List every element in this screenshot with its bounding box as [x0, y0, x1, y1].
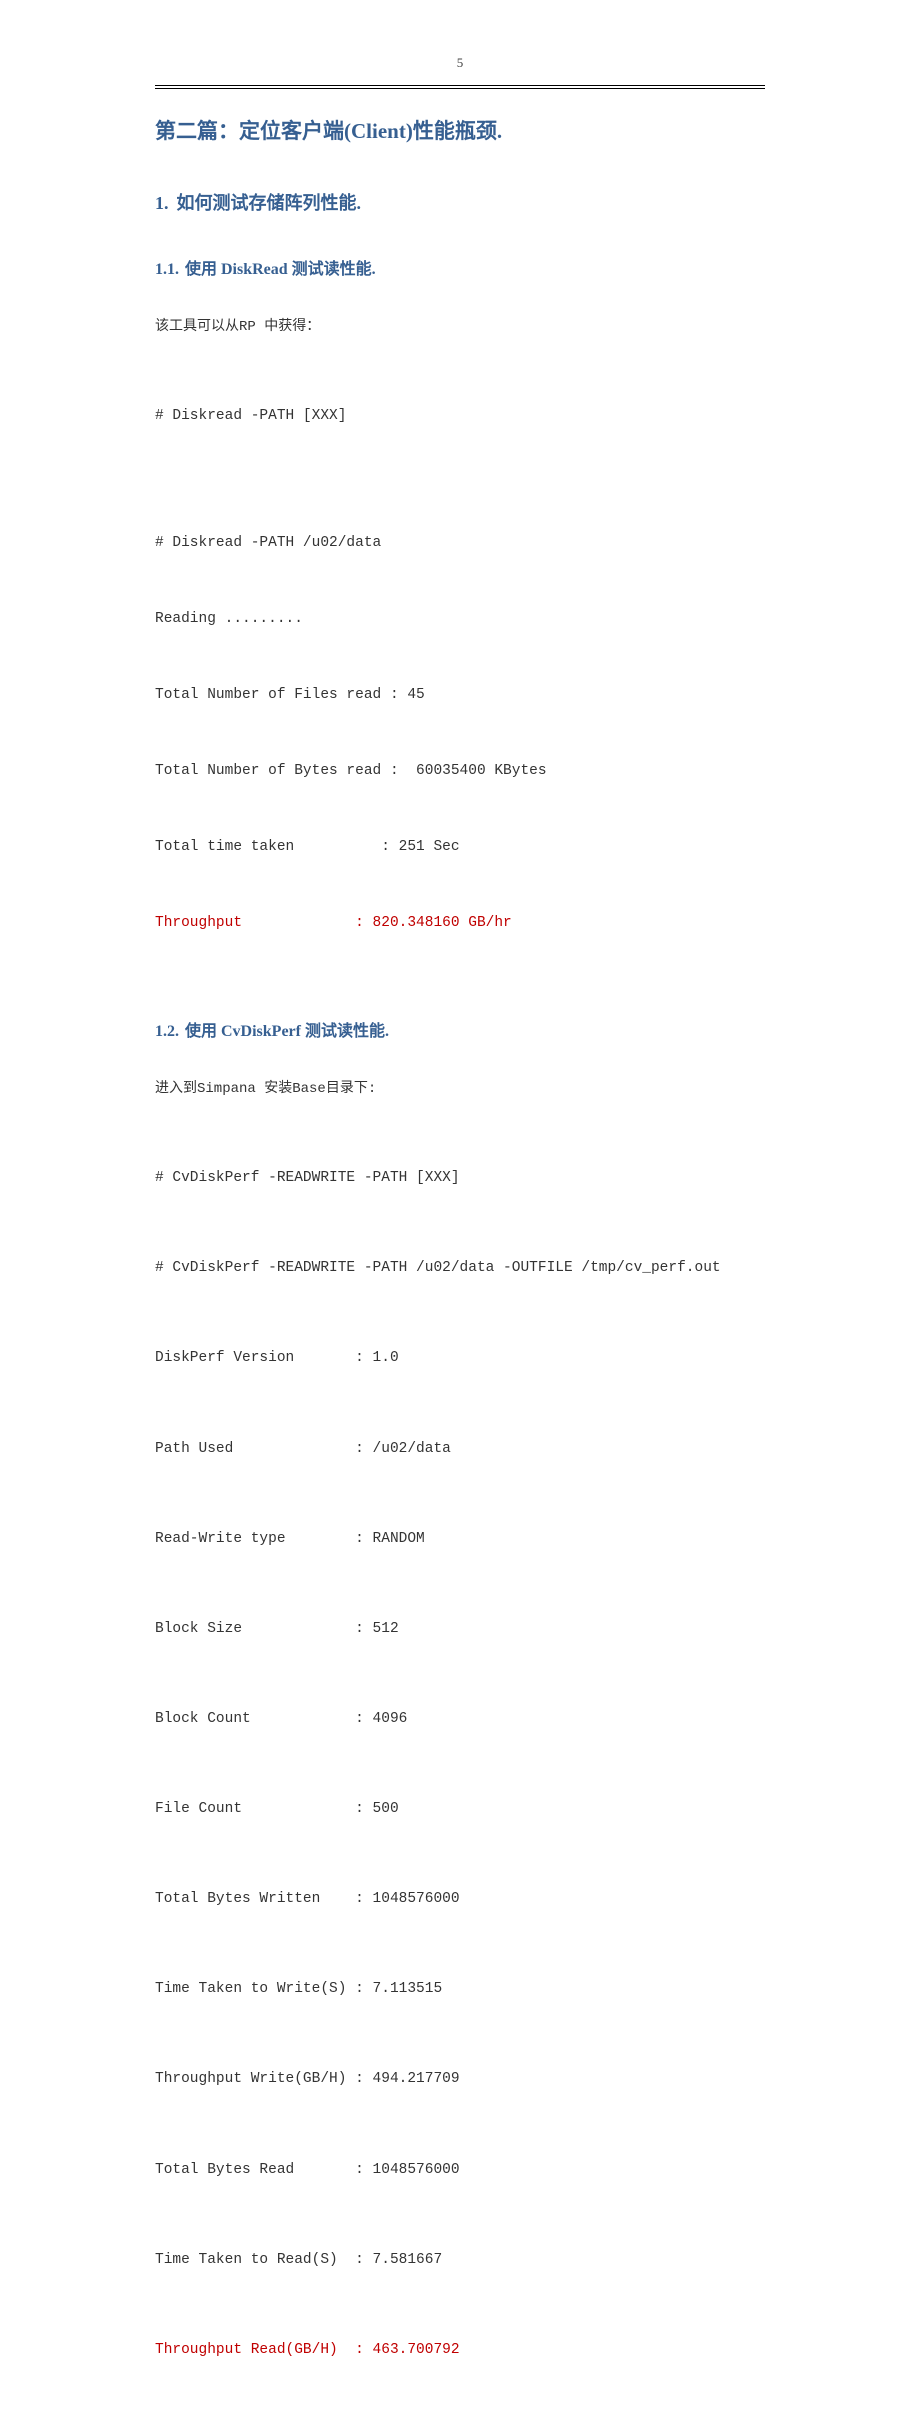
heading-2-text: 如何测试存储阵列性能. [177, 193, 362, 213]
code-line-highlight: Throughput : 820.348160 GB/hr [155, 911, 765, 936]
code-line: Time Taken to Read(S) : 7.581667 [155, 2248, 765, 2273]
heading-2-number: 1. [155, 193, 169, 213]
header-rule [155, 85, 765, 89]
code-line: Total Number of Bytes read : 60035400 KB… [155, 759, 765, 784]
code-line: File Count : 500 [155, 1797, 765, 1822]
code-line: # CvDiskPerf -READWRITE -PATH [XXX] [155, 1166, 765, 1191]
code-line: Total Number of Files read : 45 [155, 683, 765, 708]
code-line: DiskPerf Version : 1.0 [155, 1346, 765, 1371]
heading-1: 第二篇：定位客户端(Client)性能瓶颈. [155, 115, 765, 145]
heading-3-text: 使用 CvDiskPerf 测试读性能. [185, 1023, 389, 1040]
code-line: # Diskread -PATH [XXX] [155, 404, 765, 429]
code-line: Time Taken to Write(S) : 7.113515 [155, 1977, 765, 2002]
section-intro: 进入到Simpana 安装Base目录下: [155, 1077, 765, 1097]
code-line: Block Size : 512 [155, 1617, 765, 1642]
code-line: Block Count : 4096 [155, 1707, 765, 1732]
heading-2: 1. 如何测试存储阵列性能. [155, 189, 765, 215]
code-line: Total time taken : 251 Sec [155, 835, 765, 860]
code-block-diskread: # Diskread -PATH [XXX] # Diskread -PATH … [155, 353, 765, 987]
code-line: # Diskread -PATH /u02/data [155, 531, 765, 556]
heading-3-number: 1.2. [155, 1023, 179, 1040]
code-line: Read-Write type : RANDOM [155, 1527, 765, 1552]
code-line: Total Bytes Written : 1048576000 [155, 1887, 765, 1912]
heading-3-cvdiskperf: 1.2. 使用 CvDiskPerf 测试读性能. [155, 1017, 765, 1041]
code-block-cvdiskperf: # CvDiskPerf -READWRITE -PATH [XXX] # Cv… [155, 1115, 765, 2428]
heading-3-diskread: 1.1. 使用 DiskRead 测试读性能. [155, 255, 765, 279]
code-line: Reading ......... [155, 607, 765, 632]
heading-3-text: 使用 DiskRead 测试读性能. [185, 261, 376, 278]
code-line: # CvDiskPerf -READWRITE -PATH /u02/data … [155, 1256, 765, 1281]
code-line: Throughput Write(GB/H) : 494.217709 [155, 2067, 765, 2092]
document-page: 5 第二篇：定位客户端(Client)性能瓶颈. 1. 如何测试存储阵列性能. 1… [0, 0, 920, 2428]
code-line: Total Bytes Read : 1048576000 [155, 2158, 765, 2183]
code-line-highlight: Throughput Read(GB/H) : 463.700792 [155, 2338, 765, 2363]
page-number: 5 [155, 55, 765, 71]
heading-3-number: 1.1. [155, 261, 179, 278]
code-line: Path Used : /u02/data [155, 1437, 765, 1462]
section-intro: 该工具可以从RP 中获得： [155, 315, 765, 335]
